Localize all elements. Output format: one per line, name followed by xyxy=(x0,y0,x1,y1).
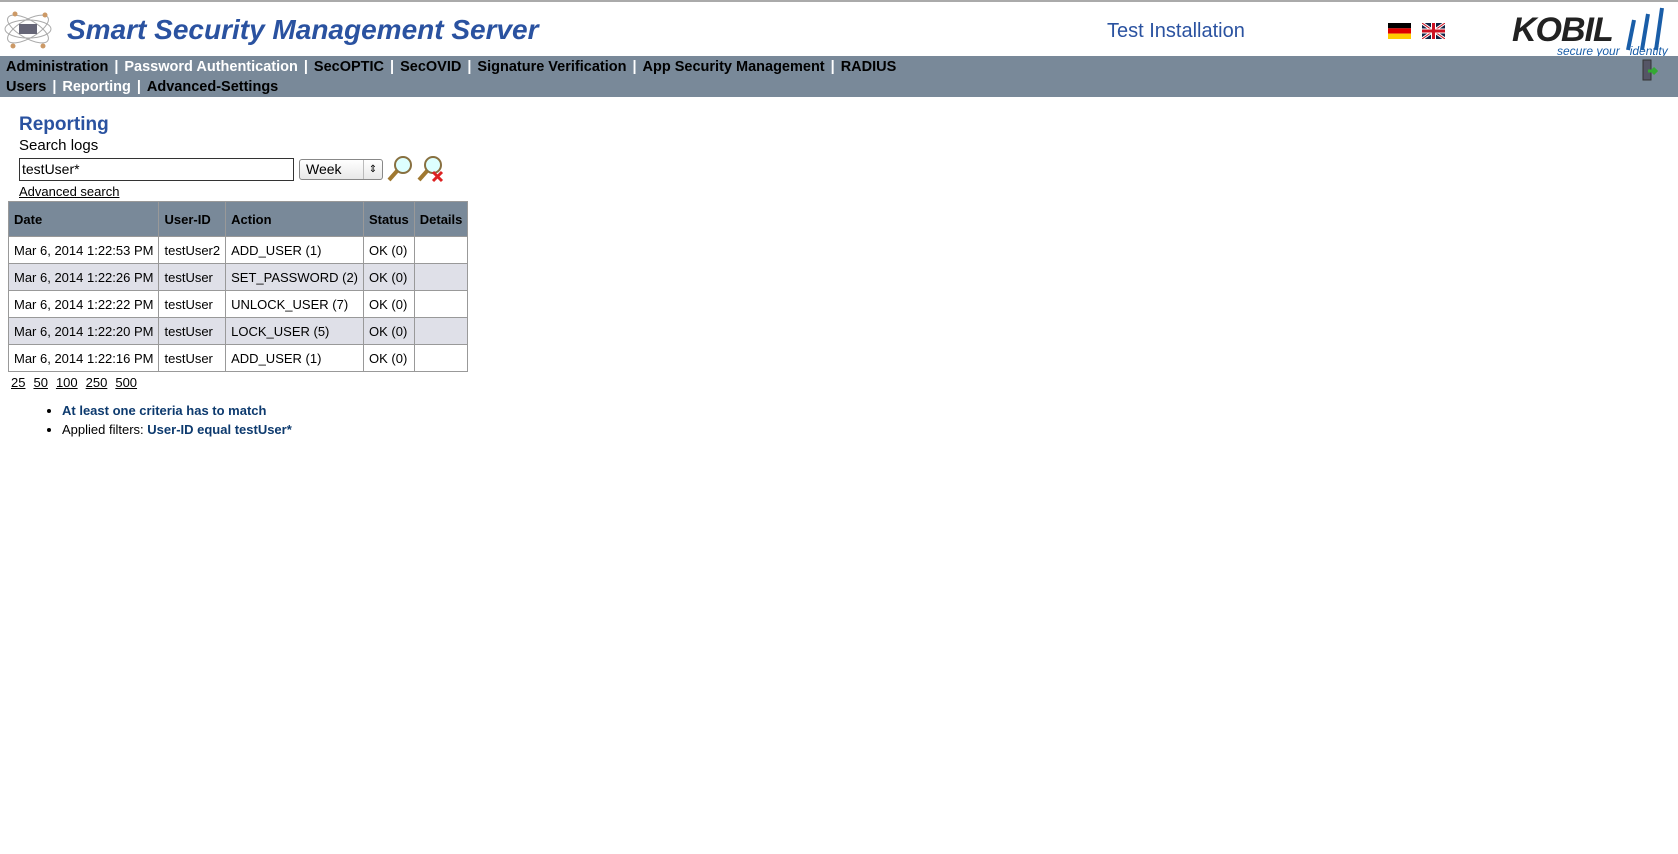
cell-date: Mar 6, 2014 1:22:16 PM xyxy=(7,344,160,372)
select-arrows-icon: ⇕ xyxy=(363,159,382,179)
nav-item-reporting[interactable]: Reporting xyxy=(62,79,130,95)
table-row: Mar 6, 2014 1:22:16 PM testUser ADD_USER (… xyxy=(7,344,469,372)
cell-user-id: testUser xyxy=(158,263,227,291)
page-size-250[interactable]: 250 xyxy=(86,375,108,390)
nav-item-app-security-management[interactable]: App Security Management xyxy=(643,59,825,75)
search-icon[interactable] xyxy=(386,155,414,183)
criteria-text: At least one criteria has to match xyxy=(62,403,267,418)
applied-value: User-ID equal testUser* xyxy=(147,422,292,437)
period-value: Week xyxy=(306,160,342,177)
cell-action: SET_PASSWORD (2) xyxy=(225,263,365,291)
cell-user-id: testUser xyxy=(158,317,227,345)
main-nav: Administration | Password Authentication | S… xyxy=(0,56,1678,97)
table-row: Mar 6, 2014 1:22:53 PM testUser2 ADD_USER … xyxy=(7,236,469,264)
table-row: Mar 6, 2014 1:22:22 PM testUser UNLOCK_USE… xyxy=(7,290,469,318)
nav-item-advanced-settings[interactable]: Advanced-Settings xyxy=(147,79,278,95)
nav-item-signature-verification[interactable]: Signature Verification xyxy=(477,59,626,75)
cell-details xyxy=(413,290,469,318)
filter-info: At least one criteria has to match Appli… xyxy=(42,403,292,441)
nav-separator: | xyxy=(136,79,141,95)
reporting-panel: Reporting Search logs Week ⇕ Advanced sea… xyxy=(19,114,444,199)
cell-date: Mar 6, 2014 1:22:53 PM xyxy=(7,236,160,264)
nav-item-secovid[interactable]: SecOVID xyxy=(400,59,461,75)
nav-item-password-authentication[interactable]: Password Authentication xyxy=(124,59,297,75)
column-header-details[interactable]: Details xyxy=(413,201,469,237)
nav-separator: | xyxy=(467,59,472,75)
nav-separator: | xyxy=(830,59,835,75)
cell-status: OK (0) xyxy=(363,263,415,291)
nav-separator: | xyxy=(632,59,637,75)
cell-date: Mar 6, 2014 1:22:22 PM xyxy=(7,290,160,318)
search-input[interactable] xyxy=(19,157,294,181)
cell-details xyxy=(413,317,469,345)
cell-action: ADD_USER (1) xyxy=(225,236,365,264)
column-header-action[interactable]: Action xyxy=(225,201,365,237)
cell-details xyxy=(413,236,469,264)
column-header-date[interactable]: Date xyxy=(7,201,160,237)
clear-search-icon[interactable] xyxy=(416,155,444,183)
column-header-status[interactable]: Status xyxy=(363,201,415,237)
page-size-500[interactable]: 500 xyxy=(115,375,137,390)
table-row: Mar 6, 2014 1:22:20 PM testUser LOCK_USER … xyxy=(7,317,469,345)
page-size-links: 25 50 100 250 500 xyxy=(11,375,145,390)
flag-de-icon[interactable] xyxy=(1388,23,1411,39)
nav-separator: | xyxy=(52,79,57,95)
kobil-logo: KOBIL secure your identity xyxy=(1512,6,1678,58)
cell-user-id: testUser2 xyxy=(158,236,227,264)
log-table: Date User-ID Action Status Details Mar 6, 20… xyxy=(7,201,469,372)
cell-action: LOCK_USER (5) xyxy=(225,317,365,345)
cell-status: OK (0) xyxy=(363,317,415,345)
nav-item-users[interactable]: Users xyxy=(6,79,46,95)
cell-details xyxy=(413,263,469,291)
logout-icon[interactable] xyxy=(1640,59,1658,81)
applied-label: Applied filters: xyxy=(62,422,144,437)
page-size-50[interactable]: 50 xyxy=(33,375,47,390)
criteria-note: At least one criteria has to match xyxy=(62,403,292,418)
cell-status: OK (0) xyxy=(363,344,415,372)
nav-separator: | xyxy=(114,59,119,75)
nav-separator: | xyxy=(390,59,395,75)
nav-item-administration[interactable]: Administration xyxy=(6,59,108,75)
cell-user-id: testUser xyxy=(158,290,227,318)
cell-action: UNLOCK_USER (7) xyxy=(225,290,365,318)
page-size-100[interactable]: 100 xyxy=(56,375,78,390)
cell-status: OK (0) xyxy=(363,290,415,318)
period-select[interactable]: Week ⇕ xyxy=(299,158,383,180)
cell-user-id: testUser xyxy=(158,344,227,372)
cell-action: ADD_USER (1) xyxy=(225,344,365,372)
advanced-search-link[interactable]: Advanced search xyxy=(19,184,444,199)
table-row: Mar 6, 2014 1:22:26 PM testUser SET_PASSWO… xyxy=(7,263,469,291)
installation-name: Test Installation xyxy=(1107,20,1245,42)
atom-logo-icon xyxy=(4,11,52,49)
nav-item-radius[interactable]: RADIUS xyxy=(841,59,897,75)
nav-separator: | xyxy=(303,59,308,75)
search-label: Search logs xyxy=(19,137,99,154)
column-header-user-id[interactable]: User-ID xyxy=(158,201,227,237)
cell-date: Mar 6, 2014 1:22:20 PM xyxy=(7,317,160,345)
page-title: Reporting xyxy=(19,114,109,135)
nav-item-secoptic[interactable]: SecOPTIC xyxy=(314,59,384,75)
cell-details xyxy=(413,344,469,372)
flag-uk-icon[interactable] xyxy=(1422,23,1445,39)
page-size-25[interactable]: 25 xyxy=(11,375,25,390)
cell-status: OK (0) xyxy=(363,236,415,264)
applied-filters: Applied filters: User-ID equal testUser* xyxy=(62,422,292,437)
header: Smart Security Management Server Test In… xyxy=(0,0,1678,58)
cell-date: Mar 6, 2014 1:22:26 PM xyxy=(7,263,160,291)
app-title: Smart Security Management Server xyxy=(67,14,539,45)
